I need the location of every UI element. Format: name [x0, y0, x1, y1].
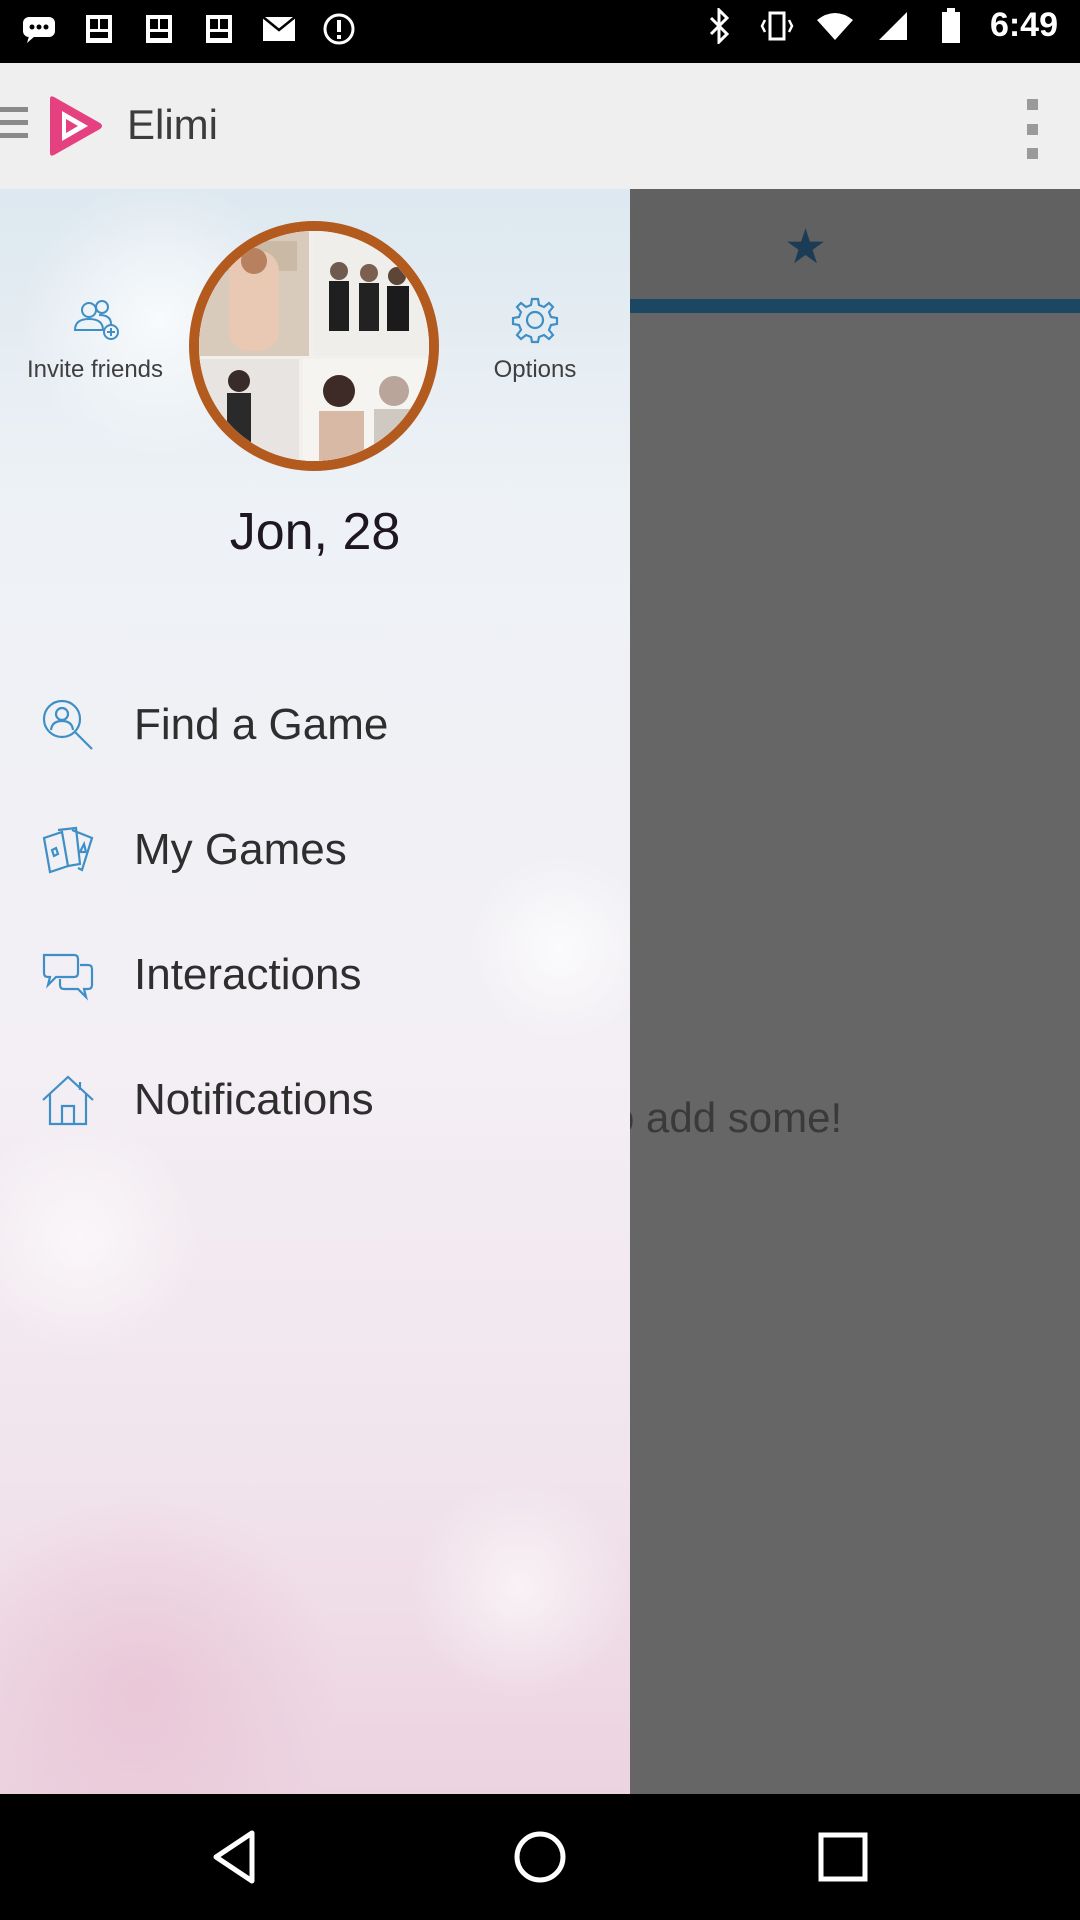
email-icon — [260, 10, 298, 48]
profile-photo — [199, 231, 429, 461]
back-icon[interactable] — [206, 1825, 270, 1889]
menu-item-interactions[interactable]: Interactions — [0, 925, 630, 1025]
star-icon[interactable]: ★ — [784, 219, 827, 275]
hamburger-menu-icon[interactable] — [0, 105, 28, 141]
navigation-drawer: Invite friends Options Jon, 28 Find a Ga… — [0, 189, 630, 1794]
menu-item-label: Find a Game — [134, 700, 389, 749]
photo-icon — [80, 10, 118, 48]
home-icon[interactable] — [508, 1825, 572, 1889]
gear-icon — [509, 294, 561, 346]
menu-item-label: My Games — [134, 825, 347, 874]
invite-friends-label: Invite friends — [26, 356, 164, 383]
search-person-icon — [40, 697, 96, 753]
bluetooth-icon — [700, 7, 738, 45]
elimi-logo-icon — [42, 93, 108, 159]
avatar[interactable] — [189, 221, 439, 471]
home-icon — [40, 1072, 96, 1128]
invite-friends-button[interactable]: Invite friends — [0, 294, 190, 384]
menu-item-notifications[interactable]: Notifications — [0, 1050, 630, 1150]
app-title: Elimi — [127, 101, 218, 148]
chat-bubbles-icon — [40, 947, 96, 1003]
signal-icon — [874, 7, 912, 45]
more-options-icon[interactable] — [1020, 99, 1044, 159]
photo-icon — [200, 10, 238, 48]
menu-item-find-a-game[interactable]: Find a Game — [0, 675, 630, 775]
app-bar: Elimi — [0, 63, 1080, 189]
battery-icon — [932, 7, 970, 45]
system-navigation-bar — [0, 1794, 1080, 1920]
vibrate-icon — [758, 7, 796, 45]
menu-item-my-games[interactable]: My Games — [0, 800, 630, 900]
options-label: Options — [493, 356, 577, 383]
menu-item-label: Notifications — [134, 1075, 374, 1124]
menu-item-label: Interactions — [134, 950, 362, 999]
status-time: 6:49 — [989, 6, 1058, 44]
status-bar: 6:49 — [0, 0, 1080, 63]
playing-cards-icon — [40, 822, 96, 878]
alert-icon — [320, 10, 358, 48]
user-name-age: Jon, 28 — [229, 503, 401, 561]
wifi-icon — [816, 7, 854, 45]
options-button[interactable]: Options — [440, 294, 630, 384]
chat-icon — [20, 10, 58, 48]
add-friends-icon — [69, 294, 121, 346]
photo-icon — [140, 10, 178, 48]
recents-icon[interactable] — [811, 1825, 875, 1889]
